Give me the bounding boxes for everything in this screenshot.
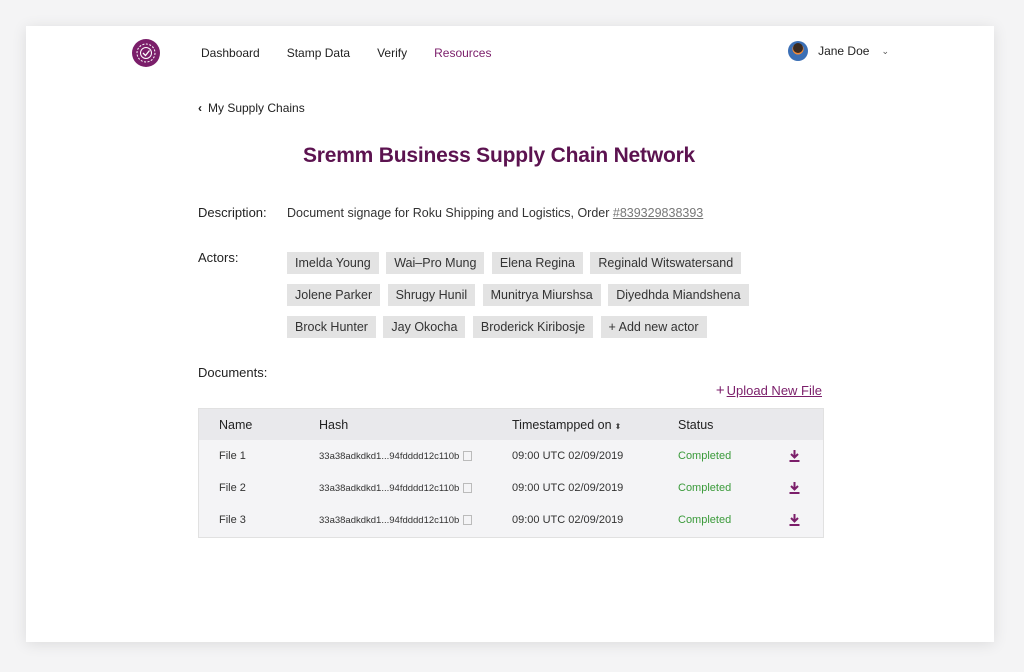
actor-chip[interactable]: Jay Okocha	[383, 316, 466, 338]
table-row: File 2 33a38adkdkd1...94fdddd12c110b 09:…	[199, 472, 823, 504]
top-nav: Dashboard Stamp Data Verify Resources	[201, 46, 518, 60]
table-header: Name Hash Timestampped on ⬍ Status	[199, 409, 823, 440]
nav-dashboard[interactable]: Dashboard	[201, 46, 260, 60]
actor-chip[interactable]: Wai–Pro Mung	[386, 252, 485, 274]
col-timestamp[interactable]: Timestampped on ⬍	[512, 418, 678, 432]
hash-value: 33a38adkdkd1...94fdddd12c110b	[319, 514, 460, 526]
order-link[interactable]: #839329838393	[613, 206, 703, 220]
file-status: Completed	[678, 482, 732, 494]
col-timestamp-label: Timestampped on	[512, 417, 612, 432]
back-label: My Supply Chains	[208, 101, 305, 115]
file-name[interactable]: File 2	[199, 482, 319, 494]
description-label: Description:	[198, 205, 267, 220]
hash-value: 33a38adkdkd1...94fdddd12c110b	[319, 482, 460, 494]
hash-value: 33a38adkdkd1...94fdddd12c110b	[319, 450, 460, 462]
actors-list: Imelda Young Wai–Pro Mung Elena Regina R…	[287, 252, 827, 348]
table-row: File 3 33a38adkdkd1...94fdddd12c110b 09:…	[199, 504, 823, 536]
actor-chip[interactable]: Munitrya Miurshsa	[482, 284, 601, 306]
copy-icon[interactable]	[463, 483, 473, 493]
file-hash: 33a38adkdkd1...94fdddd12c110b	[319, 451, 512, 462]
plus-icon: +	[715, 382, 725, 399]
copy-icon[interactable]	[463, 451, 473, 461]
add-actor-button[interactable]: + Add new actor	[600, 316, 707, 338]
description-text: Document signage for Roku Shipping and L…	[287, 206, 703, 220]
description-body: Document signage for Roku Shipping and L…	[287, 206, 613, 220]
actor-chip[interactable]: Elena Regina	[491, 252, 583, 274]
logo-seal-icon[interactable]	[132, 39, 160, 67]
file-hash: 33a38adkdkd1...94fdddd12c110b	[319, 515, 512, 526]
back-link[interactable]: ‹ My Supply Chains	[198, 101, 305, 115]
file-name[interactable]: File 1	[199, 450, 319, 462]
file-timestamp: 09:00 UTC 02/09/2019	[512, 482, 624, 494]
copy-icon[interactable]	[463, 515, 473, 525]
file-timestamp: 09:00 UTC 02/09/2019	[512, 450, 624, 462]
file-hash: 33a38adkdkd1...94fdddd12c110b	[319, 483, 512, 494]
documents-table: Name Hash Timestampped on ⬍ Status File 1…	[198, 408, 824, 538]
plus-icon: +	[608, 320, 619, 334]
main-card: Dashboard Stamp Data Verify Resources Ja…	[26, 26, 994, 642]
documents-label: Documents:	[198, 365, 268, 380]
file-status: Completed	[678, 450, 732, 462]
download-icon[interactable]	[789, 450, 800, 462]
actor-chip[interactable]: Shrugy Hunil	[387, 284, 476, 306]
chevron-down-icon[interactable]: ⌄	[881, 46, 889, 57]
nav-stamp-data[interactable]: Stamp Data	[287, 46, 350, 60]
actor-chip[interactable]: Jolene Parker	[287, 284, 381, 306]
download-icon[interactable]	[789, 514, 800, 526]
nav-verify[interactable]: Verify	[377, 46, 407, 60]
actor-chip[interactable]: Brock Hunter	[287, 316, 376, 338]
chevron-left-icon: ‹	[198, 101, 202, 115]
table-row: File 1 33a38adkdkd1...94fdddd12c110b 09:…	[199, 440, 823, 472]
avatar[interactable]	[788, 41, 809, 61]
sort-icon[interactable]: ⬍	[615, 422, 622, 431]
actor-chip[interactable]: Broderick Kiribosje	[472, 316, 594, 338]
file-name[interactable]: File 3	[199, 514, 319, 526]
actor-chip[interactable]: Imelda Young	[287, 252, 379, 274]
file-status: Completed	[678, 514, 732, 526]
col-hash[interactable]: Hash	[319, 418, 512, 432]
user-menu[interactable]: Jane Doe ⌄	[788, 41, 889, 61]
page-title: Sremm Business Supply Chain Network	[302, 144, 696, 167]
download-icon[interactable]	[789, 482, 800, 494]
nav-resources[interactable]: Resources	[434, 46, 491, 60]
col-name[interactable]: Name	[199, 418, 319, 432]
add-actor-label: Add new actor	[618, 320, 699, 334]
upload-label: Upload New File	[726, 383, 822, 398]
col-status[interactable]: Status	[678, 418, 774, 432]
upload-file-button[interactable]: + Upload New File	[716, 382, 822, 399]
actors-label: Actors:	[198, 250, 239, 265]
user-name[interactable]: Jane Doe	[818, 44, 869, 58]
file-timestamp: 09:00 UTC 02/09/2019	[512, 514, 624, 526]
actor-chip[interactable]: Diyedhda Miandshena	[608, 284, 749, 306]
actor-chip[interactable]: Reginald Witswatersand	[590, 252, 742, 274]
